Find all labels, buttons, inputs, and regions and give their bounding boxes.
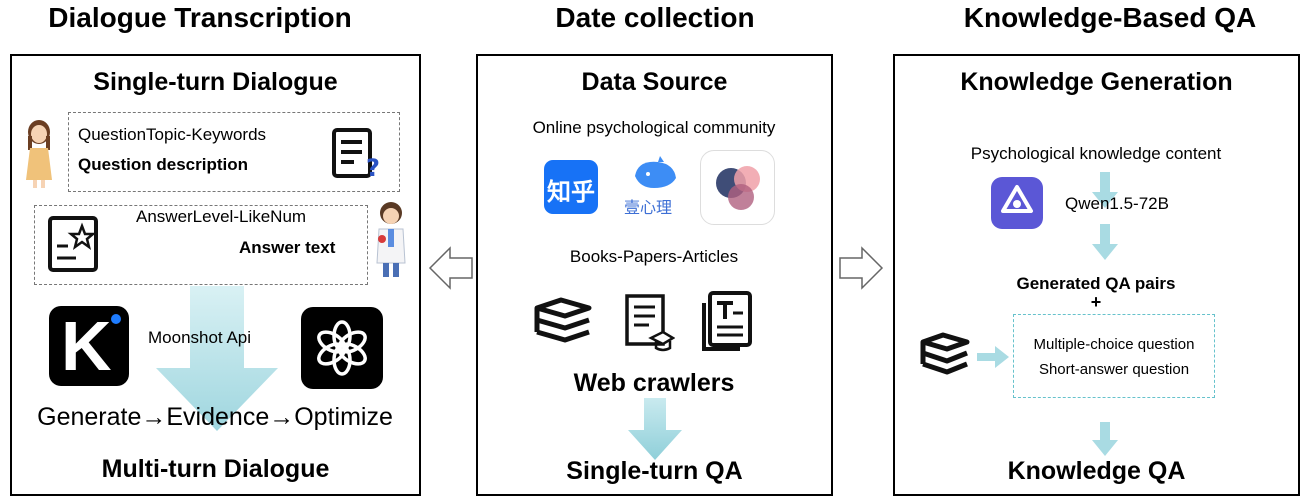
- crawler-down-arrow-icon: [628, 398, 682, 460]
- left-panel-title: Single-turn Dialogue: [93, 68, 338, 96]
- multiple-choice-label: Multiple-choice question: [1033, 336, 1195, 353]
- multi-turn-dialogue-label: Multi-turn Dialogue: [101, 455, 330, 483]
- question-document-icon: ?: [332, 128, 380, 182]
- section-title-knowledge-based-qa: Knowledge-Based QA: [963, 2, 1257, 33]
- zhihu-logo-text: 知乎: [547, 178, 595, 206]
- question-description-label: Question description: [78, 155, 249, 174]
- zhihu-logo-icon: 知乎: [544, 160, 598, 214]
- single-turn-qa-label: Single-turn QA: [566, 457, 743, 485]
- qwen-model-label: Qwen1.5-72B: [1065, 194, 1169, 213]
- article-document-icon: [702, 291, 752, 351]
- model-down-arrow-icon: [1092, 224, 1118, 260]
- knowledge-content-label: Psychological knowledge content: [970, 144, 1222, 163]
- online-community-label: Online psychological community: [532, 118, 776, 137]
- qwen-logo-icon: [991, 177, 1043, 229]
- woman-avatar-icon: [26, 120, 52, 188]
- svg-text:?: ?: [366, 154, 380, 182]
- yixinli-logo-text: 壹心理: [624, 198, 673, 217]
- books-stack-icon: [534, 297, 592, 343]
- web-crawlers-label: Web crawlers: [573, 369, 735, 397]
- answer-document-icon: [48, 216, 98, 272]
- process-flow-label: Generate→Evidence→Optimize: [37, 403, 393, 431]
- generated-qa-pairs-label: Generated QA pairs: [1016, 274, 1176, 293]
- section-title-dialogue-transcription: Dialogue Transcription: [48, 2, 352, 33]
- left-panel: Single-turn Dialogue QuestionTopic-Keywo…: [10, 54, 421, 496]
- question-types-box: [1013, 314, 1215, 398]
- right-panel-title: Knowledge Generation: [960, 68, 1233, 96]
- middle-panel-title: Data Source: [581, 68, 728, 96]
- middle-panel: Data Source Online psychological communi…: [476, 54, 833, 496]
- paper-document-icon: [625, 294, 675, 352]
- plus-sign: +: [1090, 292, 1102, 312]
- kimi-logo-icon: K: [49, 306, 129, 386]
- moonshot-api-label: Moonshot Api: [148, 328, 252, 347]
- answer-level-label: AnswerLevel-LikeNum: [136, 207, 307, 226]
- section-title-date-collection: Date collection: [555, 2, 755, 33]
- short-answer-label: Short-answer question: [1038, 361, 1190, 378]
- yixinli-whale-icon: [635, 156, 676, 188]
- hollow-arrow-left-icon: [428, 246, 473, 290]
- knowledge-qa-label: Knowledge QA: [1007, 457, 1186, 485]
- openai-logo-icon: [301, 307, 383, 389]
- books-papers-articles-label: Books-Papers-Articles: [569, 247, 739, 266]
- community-app-logo-icon: [700, 150, 775, 225]
- answer-text-label: Answer text: [239, 238, 336, 257]
- question-topic-label: QuestionTopic-Keywords: [78, 125, 267, 144]
- books-right-arrow-icon: [977, 346, 1009, 368]
- doctor-avatar-icon: [376, 202, 406, 277]
- qa-down-arrow-icon: [1092, 422, 1118, 456]
- right-panel: Knowledge Generation Psychological knowl…: [893, 54, 1300, 496]
- books-stack-icon-right: [920, 332, 970, 375]
- hollow-arrow-right-icon: [839, 246, 884, 290]
